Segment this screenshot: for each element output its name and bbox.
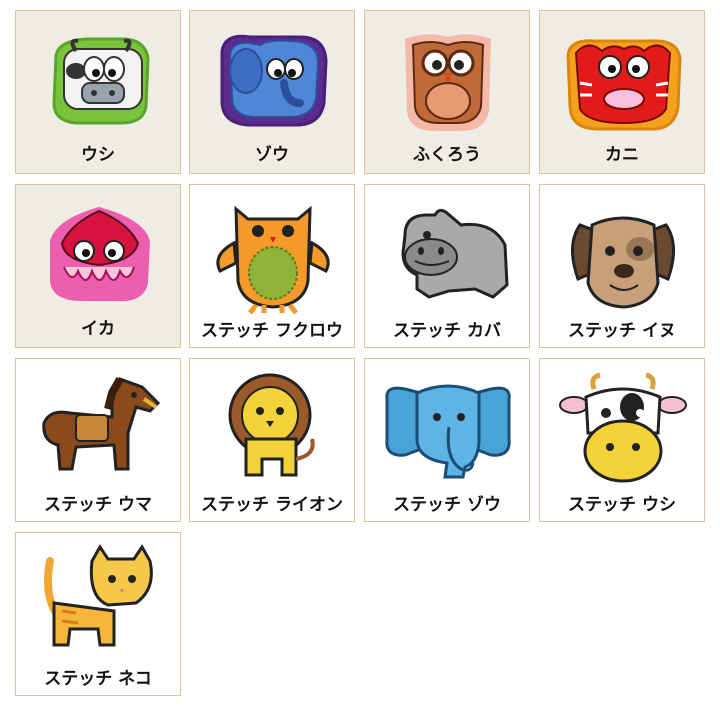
patch-tile-owl[interactable]: ふくろう <box>364 10 530 174</box>
patch-tile-cow[interactable]: ウシ <box>15 10 181 174</box>
patch-label: ステッチ ウマ <box>44 495 152 515</box>
patch-tile-stitch-hippo[interactable]: ステッチ カバ <box>364 184 530 348</box>
patch-tile-crab[interactable]: カニ <box>539 10 705 174</box>
patch-grid: ウシ ゾウ ふくろう カニ イカ ステッチ フクロウ ステッチ カバ ステッチ … <box>0 0 720 715</box>
stitch-cat-patch-icon <box>44 544 153 647</box>
stitch-lion-patch-icon <box>228 373 315 477</box>
stitch-owl-patch-icon <box>216 205 330 315</box>
patch-label: ステッチ ライオン <box>201 495 343 515</box>
patch-label: カニ <box>605 145 639 165</box>
stitch-cow-patch-icon <box>559 372 687 483</box>
stitch-dog-patch-icon <box>571 216 675 309</box>
patch-label: ふくろう <box>413 145 481 165</box>
patch-tile-stitch-cat[interactable]: ステッチ ネコ <box>15 532 181 696</box>
patch-tile-stitch-owl[interactable]: ステッチ フクロウ <box>189 184 355 348</box>
patch-label: ステッチ イヌ <box>568 321 676 341</box>
patch-label: ステッチ ウシ <box>568 495 676 515</box>
patch-tile-stitch-dog[interactable]: ステッチ イヌ <box>539 184 705 348</box>
patch-tile-elephant[interactable]: ゾウ <box>189 10 355 174</box>
owl-patch-icon <box>405 34 491 131</box>
patch-tile-stitch-cow[interactable]: ステッチ ウシ <box>539 358 705 522</box>
stitch-hippo-patch-icon <box>401 208 509 299</box>
patch-label: ステッチ カバ <box>393 321 501 341</box>
patch-tile-stitch-horse[interactable]: ステッチ ウマ <box>15 358 181 522</box>
cow-patch-icon <box>52 37 150 125</box>
squid-patch-icon <box>50 207 150 302</box>
patch-tile-squid[interactable]: イカ <box>15 184 181 348</box>
stitch-elephant-patch-icon <box>385 384 511 479</box>
patch-tile-stitch-lion[interactable]: ステッチ ライオン <box>189 358 355 522</box>
patch-label: ステッチ ネコ <box>44 669 152 689</box>
patch-tile-stitch-elephant[interactable]: ステッチ ゾウ <box>364 358 530 522</box>
elephant-patch-icon <box>220 34 328 127</box>
patch-label: ゾウ <box>255 145 289 165</box>
stitch-horse-patch-icon <box>42 377 161 471</box>
patch-label: ウシ <box>81 145 115 165</box>
patch-label: ステッチ フクロウ <box>201 321 343 341</box>
patch-label: ステッチ ゾウ <box>393 495 501 515</box>
crab-patch-icon <box>566 39 682 131</box>
patch-label: イカ <box>81 319 115 339</box>
